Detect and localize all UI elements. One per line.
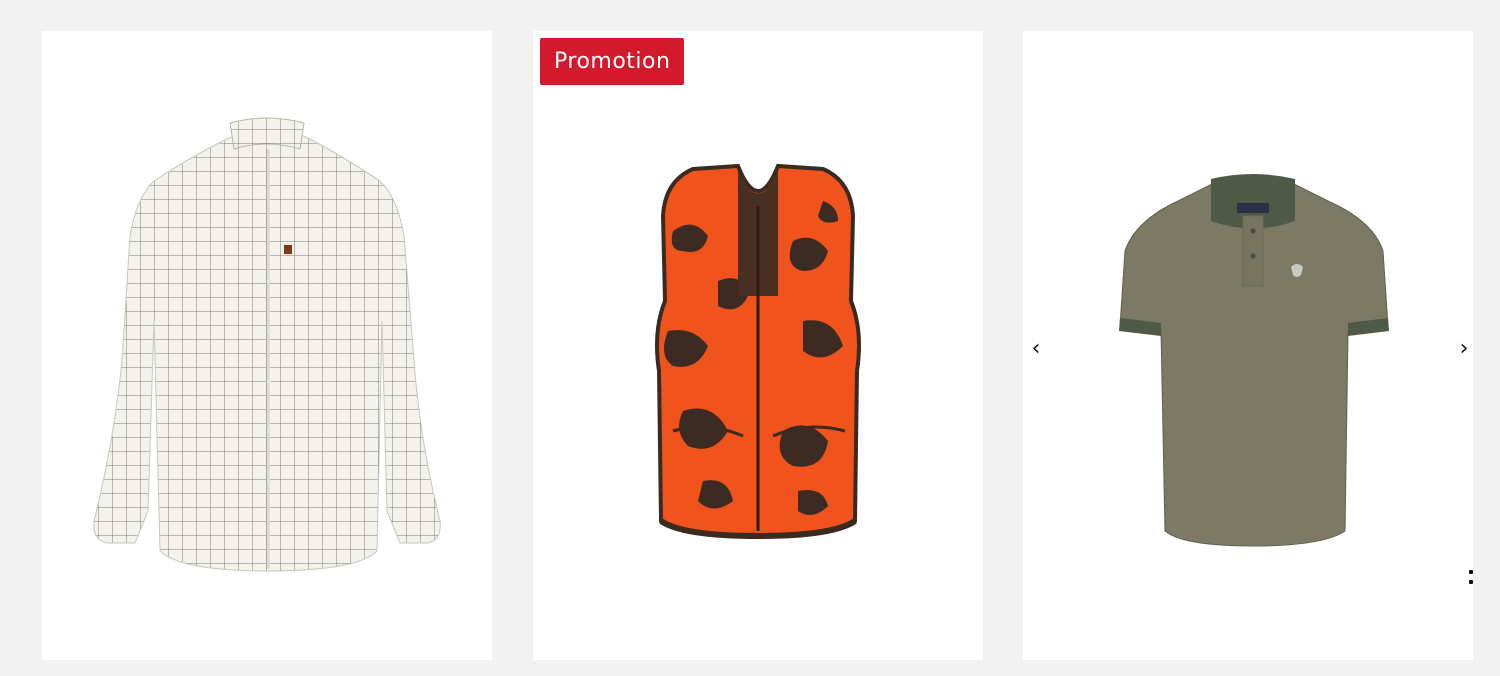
product-card[interactable]: Promotion <box>533 31 983 660</box>
chevron-left-icon: ‹ <box>1031 335 1041 361</box>
product-image-orange-camo-vest[interactable] <box>533 31 983 660</box>
chevron-right-icon: › <box>1459 335 1469 361</box>
product-card[interactable] <box>42 31 492 660</box>
carousel-prev-button[interactable]: ‹ <box>1024 334 1048 362</box>
carousel-dot[interactable] <box>1469 570 1473 574</box>
product-image-olive-polo-shirt[interactable] <box>1023 31 1473 660</box>
carousel-next-button[interactable]: › <box>1452 334 1473 362</box>
carousel-dots[interactable] <box>1469 570 1473 586</box>
carousel-dot[interactable] <box>1469 580 1473 584</box>
promotion-badge: Promotion <box>540 38 685 85</box>
product-image-checked-shirt[interactable] <box>42 31 492 660</box>
product-card[interactable]: ‹ › <box>1023 31 1473 660</box>
product-grid: Promotion ‹ › <box>0 0 1500 676</box>
